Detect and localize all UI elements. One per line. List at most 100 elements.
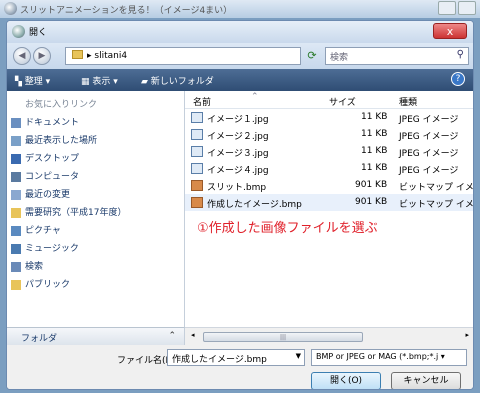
nav-item-label: ミュージック xyxy=(25,244,79,254)
view-button[interactable]: ▦ 表示 ▾ xyxy=(81,74,118,87)
music-icon xyxy=(11,244,21,254)
folders-toggle[interactable]: フォルダ ⌃ xyxy=(7,327,185,345)
jpeg-file-icon xyxy=(191,163,203,174)
address-row: ◀ ▶ ▸ slitani4 ⟳ 検索 ⚲ xyxy=(7,43,473,69)
file-name: スリット.bmp xyxy=(207,183,267,193)
search-input[interactable]: 検索 ⚲ xyxy=(325,47,469,65)
file-type: JPEG イメージ xyxy=(399,166,459,176)
nav-item-computer[interactable]: コンピュータ xyxy=(7,168,184,186)
folder-icon xyxy=(72,50,83,59)
cancel-button[interactable]: キャンセル xyxy=(391,372,461,389)
dialog-body: お気に入りリンク ドキュメント 最近表示した場所 デスクトップ コンピュータ 最… xyxy=(7,91,474,389)
refresh-icon: ⟳ xyxy=(307,49,317,62)
minimize-button[interactable] xyxy=(438,1,456,15)
dialog-title: 開く xyxy=(29,28,48,38)
file-type: JPEG イメージ xyxy=(399,115,459,125)
file-name: イメージ４.jpg xyxy=(207,166,269,176)
address-bar[interactable]: ▸ slitani4 xyxy=(65,47,301,65)
file-list: 名前 ⌃ サイズ 種類 イメージ１.jpg 11 KB JPEG イメージ イメージ… xyxy=(185,91,474,327)
file-type: JPEG イメージ xyxy=(399,149,459,159)
forward-button[interactable]: ▶ xyxy=(33,47,51,65)
help-button[interactable]: ? xyxy=(451,72,465,86)
new-folder-label: 新しいフォルダ xyxy=(150,77,214,87)
nav-item-label: 最近の変更 xyxy=(25,190,71,200)
nav-item-label: 最近表示した場所 xyxy=(25,136,98,146)
file-name: イメージ３.jpg xyxy=(207,149,269,159)
pictures-icon xyxy=(11,226,21,236)
refresh-button[interactable]: ⟳ xyxy=(303,47,321,65)
address-path: slitani4 xyxy=(94,51,128,61)
filetype-select[interactable]: BMP or JPEG or MAG (*.bmp;*.j ▾ xyxy=(311,349,467,366)
bitmap-file-icon xyxy=(191,197,203,208)
nav-item-search[interactable]: 検索 xyxy=(7,258,184,276)
file-size: 901 KB xyxy=(355,180,388,190)
file-row-selected[interactable]: 作成したイメージ.bmp 901 KB ビットマップ イメ xyxy=(185,194,473,211)
nav-item-recent-changes[interactable]: 最近の変更 xyxy=(7,186,184,204)
nav-item-music[interactable]: ミュージック xyxy=(7,240,184,258)
file-row[interactable]: イメージ４.jpg 11 KB JPEG イメージ xyxy=(185,160,473,177)
desktop-icon xyxy=(11,154,21,164)
scrollbar-thumb[interactable]: ||| xyxy=(203,332,363,342)
navigation-pane: お気に入りリンク ドキュメント 最近表示した場所 デスクトップ コンピュータ 最… xyxy=(7,91,185,327)
nav-item-label: ドキュメント xyxy=(25,118,80,128)
column-header-size[interactable]: サイズ xyxy=(329,95,356,108)
nav-item-recent-places[interactable]: 最近表示した場所 xyxy=(7,132,184,150)
file-size: 901 KB xyxy=(355,197,388,207)
back-button[interactable]: ◀ xyxy=(13,47,31,65)
file-row[interactable]: イメージ３.jpg 11 KB JPEG イメージ xyxy=(185,143,473,160)
organize-button[interactable]: ▚ 整理 ▾ xyxy=(15,74,50,87)
nav-item-research-folder[interactable]: 需要研究（平成17年度） xyxy=(7,204,184,222)
outer-titlebar: スリットアニメーションを見る！（イメージ4まい） xyxy=(0,0,480,18)
file-row[interactable]: イメージ２.jpg 11 KB JPEG イメージ xyxy=(185,126,473,143)
file-name: イメージ２.jpg xyxy=(207,132,269,142)
nav-item-pictures[interactable]: ピクチャ xyxy=(7,222,184,240)
file-name: 作成したイメージ.bmp xyxy=(207,200,302,210)
file-size: 11 KB xyxy=(361,112,388,122)
folders-label: フォルダ xyxy=(21,334,58,344)
organize-icon: ▚ xyxy=(15,77,25,87)
jpeg-file-icon xyxy=(191,112,203,123)
column-headers: 名前 ⌃ サイズ 種類 xyxy=(185,91,473,109)
view-label: 表示 ▾ xyxy=(92,77,118,87)
computer-icon xyxy=(11,172,21,182)
documents-icon xyxy=(11,118,21,128)
nav-item-label: 検索 xyxy=(25,262,44,272)
nav-item-desktop[interactable]: デスクトップ xyxy=(7,150,184,168)
maximize-button[interactable] xyxy=(458,1,476,15)
open-dialog: 開く x ◀ ▶ ▸ slitani4 ⟳ 検索 ⚲ ▚ 整理 ▾ ▦ 表示 ▾… xyxy=(6,20,474,390)
back-arrow-icon: ◀ xyxy=(18,51,26,61)
new-folder-button[interactable]: ▰ 新しいフォルダ xyxy=(141,74,214,87)
nav-item-label: 需要研究（平成17年度） xyxy=(25,208,127,218)
nav-item-label: ピクチャ xyxy=(25,226,61,236)
dialog-footer: ファイル名(N): 作成したイメージ.bmp ▼ BMP or JPEG or … xyxy=(7,345,473,389)
favorites-header: お気に入りリンク xyxy=(25,100,98,110)
dialog-titlebar: 開く x xyxy=(7,21,473,43)
close-button[interactable]: x xyxy=(433,23,467,39)
nav-item-public[interactable]: パブリック xyxy=(7,276,184,294)
chevron-down-icon[interactable]: ▼ xyxy=(296,352,301,360)
jpeg-file-icon xyxy=(191,146,203,157)
recent-changes-icon xyxy=(11,190,21,200)
file-type: JPEG イメージ xyxy=(399,132,459,142)
open-button[interactable]: 開く(O) xyxy=(311,372,381,389)
command-bar: ▚ 整理 ▾ ▦ 表示 ▾ ▰ 新しいフォルダ ? xyxy=(7,69,473,91)
file-row[interactable]: スリット.bmp 901 KB ビットマップ イメ xyxy=(185,177,474,194)
nav-item-label: コンピュータ xyxy=(25,172,80,182)
scroll-left-icon[interactable]: ◂ xyxy=(191,331,195,339)
instruction-annotation: ①作成した画像ファイルを選ぶ xyxy=(197,221,378,236)
new-folder-icon: ▰ xyxy=(141,77,151,87)
horizontal-scrollbar[interactable]: ◂ ||| ▸ xyxy=(185,327,473,345)
search-folder-icon xyxy=(11,262,21,272)
nav-item-documents[interactable]: ドキュメント xyxy=(7,114,184,132)
app-icon xyxy=(4,2,17,15)
file-type: ビットマップ イメ xyxy=(399,183,474,193)
view-icon: ▦ xyxy=(81,77,93,87)
column-header-name[interactable]: 名前 xyxy=(193,95,211,108)
column-header-type[interactable]: 種類 xyxy=(399,95,417,108)
file-row[interactable]: イメージ１.jpg 11 KB JPEG イメージ xyxy=(185,109,473,126)
file-size: 11 KB xyxy=(361,146,388,156)
dialog-icon xyxy=(12,25,25,38)
jpeg-file-icon xyxy=(191,129,203,140)
filename-field[interactable]: 作成したイメージ.bmp ▼ xyxy=(167,349,305,366)
scroll-right-icon[interactable]: ▸ xyxy=(465,331,469,339)
